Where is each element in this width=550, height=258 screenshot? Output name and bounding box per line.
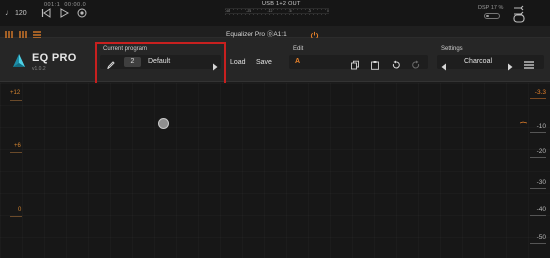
record-button[interactable] xyxy=(76,7,88,19)
program-number: 2 xyxy=(124,57,141,67)
undo-icon xyxy=(392,60,400,69)
eq-band-node[interactable] xyxy=(158,118,169,129)
level-tick xyxy=(530,243,546,244)
edit-label: Edit xyxy=(293,46,304,52)
level-label-minus20: -20 xyxy=(536,148,546,155)
next-program-button[interactable] xyxy=(212,58,218,71)
plugin-window-title: Equalizer Pro ⓪A1:1 xyxy=(226,31,287,38)
plugin-version: v1.0.2 xyxy=(32,66,46,72)
record-icon xyxy=(77,8,87,18)
gain-tick xyxy=(10,100,22,101)
triangle-right-icon xyxy=(213,63,218,71)
plugin-brand-name: EQ PRO xyxy=(32,52,77,64)
level-label-minus10: -10 xyxy=(536,123,546,130)
gain-tick xyxy=(10,152,22,153)
triangle-left-icon xyxy=(441,63,446,71)
redo-button[interactable] xyxy=(411,57,421,69)
level-tick xyxy=(530,215,546,216)
edit-toolbar: A xyxy=(289,55,428,70)
level-label-minus40: -40 xyxy=(536,206,546,213)
tracks-view-button[interactable] xyxy=(32,27,42,39)
save-button[interactable]: Save xyxy=(256,59,272,66)
paste-button[interactable] xyxy=(370,57,380,70)
program-selector[interactable]: 2 Default xyxy=(100,55,221,71)
next-skin-button[interactable] xyxy=(507,58,513,71)
program-name: Default xyxy=(148,58,171,65)
loop-icon xyxy=(513,14,525,23)
plugin-title-bar: Equalizer Pro ⓪A1:1 xyxy=(0,26,550,40)
level-tick xyxy=(530,132,546,133)
tempo-value: 120 xyxy=(15,10,27,17)
ab-compare-toggle[interactable]: A xyxy=(295,58,300,65)
mixer-view-button[interactable] xyxy=(4,27,14,40)
plugin-header: EQ PRO v1.0.2 Current program 2 Default … xyxy=(0,38,550,86)
level-label-peak: -3.3 xyxy=(534,89,546,96)
level-peak-marker xyxy=(519,111,528,124)
skip-back-icon xyxy=(41,8,51,18)
dsp-label: DSP xyxy=(478,5,490,11)
copy-button[interactable] xyxy=(350,57,360,70)
gain-tick xyxy=(10,216,22,217)
current-program-label: Current program xyxy=(103,46,148,52)
dsp-value: 17 % xyxy=(490,5,504,11)
eq-graph[interactable]: +12 +6 0 -3.3 -10 -20 -30 -40 -50 xyxy=(0,83,550,258)
level-label-minus50: -50 xyxy=(536,234,546,241)
transport-bar: ♩ 120 001:1 00:00.0 USB 1+2 OUT -48 -24 -… xyxy=(0,0,550,26)
rewind-button[interactable] xyxy=(40,7,52,19)
meter-scale: -48 -24 -12 -6 -3 0 xyxy=(225,9,329,13)
play-button[interactable] xyxy=(58,7,70,19)
plugin-power-button[interactable] xyxy=(310,27,319,40)
skin-name: Charcoal xyxy=(464,58,493,65)
gain-label-plus12: +12 xyxy=(10,90,21,96)
hamburger-menu-icon xyxy=(524,61,534,69)
gain-label-zero: 0 xyxy=(18,207,22,213)
play-icon xyxy=(60,8,69,18)
settings-label: Settings xyxy=(441,46,463,52)
quarter-note-icon: ♩ xyxy=(5,8,13,17)
tempo-display[interactable]: ♩ 120 xyxy=(5,8,27,17)
triangle-right-icon xyxy=(508,63,513,71)
pencil-icon xyxy=(107,61,115,69)
paste-icon xyxy=(371,61,379,70)
eq-pro-logo-icon xyxy=(10,52,28,70)
dsp-load-bar xyxy=(484,13,500,19)
undo-button[interactable] xyxy=(391,57,401,69)
copy-icon xyxy=(351,60,359,70)
rename-program-button[interactable] xyxy=(106,57,116,69)
load-button[interactable]: Load xyxy=(230,59,246,66)
clips-view-button[interactable] xyxy=(18,27,28,39)
settings-menu-button[interactable] xyxy=(523,57,535,69)
previous-skin-button[interactable] xyxy=(441,58,447,71)
dsp-load-display: DSP 17 % xyxy=(478,5,503,11)
gain-label-plus6: +6 xyxy=(14,143,21,149)
output-meter-title: USB 1+2 OUT xyxy=(262,1,301,7)
level-tick xyxy=(530,157,546,158)
redo-icon xyxy=(412,60,420,69)
level-label-minus30: -30 xyxy=(536,179,546,186)
loop-button[interactable] xyxy=(512,12,526,23)
level-tick xyxy=(530,98,546,99)
skin-selector[interactable]: Charcoal xyxy=(437,55,544,71)
level-tick xyxy=(530,188,546,189)
